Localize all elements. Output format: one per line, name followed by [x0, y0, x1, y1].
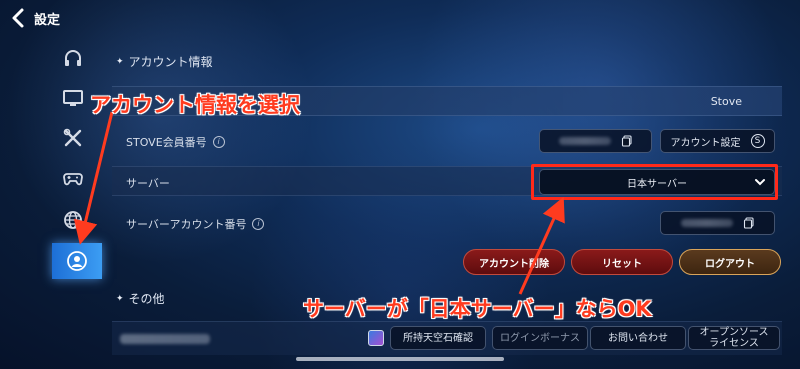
sidebar [0, 40, 104, 330]
other-row: 所持天空石確認 ログインボーナス お問い合わせ オープンソース ライセンス [112, 321, 782, 355]
account-section-label: アカウント情報 [128, 55, 213, 69]
reset-button[interactable]: リセット [571, 249, 673, 275]
server-label: サーバー [126, 177, 170, 190]
logout-button[interactable]: ログアウト [679, 249, 781, 275]
crystal-check-button[interactable]: 所持天空石確認 [390, 326, 486, 350]
license-label-line1: オープンソース [699, 327, 769, 338]
sidebar-item-language[interactable] [48, 202, 98, 238]
server-account-label: サーバーアカウント番号 i [126, 216, 265, 232]
annotation-server-ok: サーバーが「日本サーバー」ならOK [303, 297, 652, 321]
gamepad-icon [63, 173, 83, 186]
login-bonus-button[interactable]: ログインボーナス [492, 326, 588, 350]
account-settings-label: アカウント設定 [670, 137, 741, 149]
info-icon[interactable]: i [252, 218, 265, 230]
server-account-text: サーバーアカウント番号 [126, 218, 247, 231]
tools-icon [63, 128, 82, 147]
server-highlight-box [531, 164, 778, 200]
server-account-field[interactable] [660, 211, 775, 235]
license-button[interactable]: オープンソース ライセンス [688, 326, 780, 350]
member-number-field[interactable] [539, 129, 652, 153]
sidebar-item-controller[interactable] [48, 160, 98, 196]
gem-icon [368, 330, 384, 346]
headphones-icon [65, 50, 81, 66]
diamond-icon: ✦ [116, 293, 124, 304]
chevron-left-icon[interactable] [8, 7, 30, 29]
monitor-icon [63, 90, 83, 106]
other-section-title: ✦ その他 [116, 290, 165, 307]
server-account-value-blurred [680, 219, 733, 227]
diamond-icon: ✦ [116, 56, 124, 67]
user-icon [67, 251, 87, 271]
account-section-title: ✦ アカウント情報 [116, 53, 213, 70]
top-bar: 設定 [0, 0, 120, 36]
member-number-label: STOVE会員番号 i [126, 134, 225, 150]
contact-button[interactable]: お問い合わせ [590, 326, 686, 350]
stove-s-icon: S [750, 134, 765, 148]
sidebar-item-tools[interactable] [48, 120, 98, 156]
info-icon[interactable]: i [212, 136, 225, 148]
sidebar-item-sound[interactable] [48, 40, 98, 76]
copy-icon[interactable] [621, 135, 633, 147]
page-title: 設定 [34, 12, 61, 28]
home-indicator[interactable] [296, 357, 504, 361]
annotation-select-account: アカウント情報を選択 [90, 93, 300, 117]
license-label-line2: ライセンス [709, 338, 759, 349]
delete-account-button[interactable]: アカウント削除 [463, 249, 565, 275]
copy-icon[interactable] [743, 217, 755, 229]
platform-value: Stove [710, 95, 742, 108]
globe-icon [64, 211, 82, 229]
other-value-blurred [120, 334, 210, 344]
member-number-value-blurred [558, 137, 611, 145]
other-section-label: その他 [128, 292, 165, 306]
account-settings-button[interactable]: アカウント設定 S [660, 129, 775, 153]
sidebar-item-account[interactable] [52, 243, 102, 279]
member-number-text: STOVE会員番号 [126, 136, 207, 149]
